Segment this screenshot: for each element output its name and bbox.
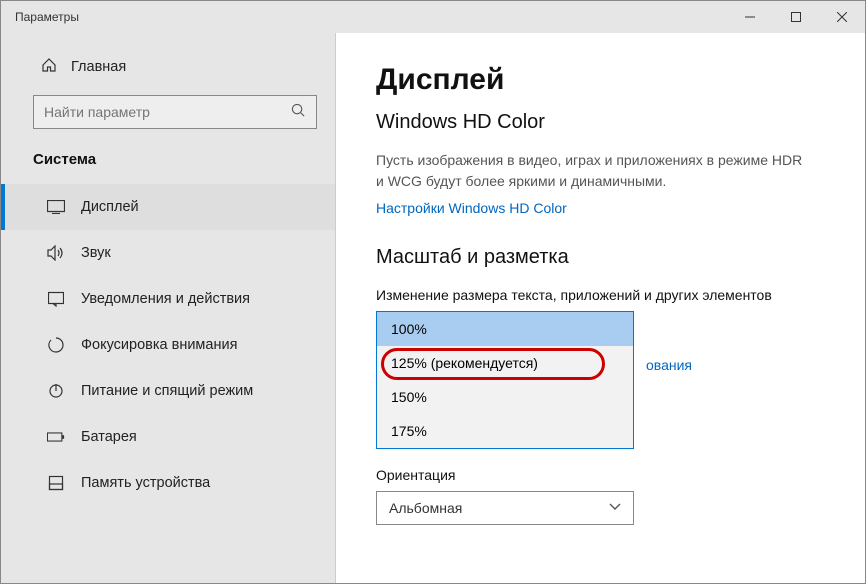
- close-button[interactable]: [819, 1, 865, 33]
- content-area: Дисплей Windows HD Color Пусть изображен…: [336, 33, 865, 583]
- window-title: Параметры: [15, 10, 79, 24]
- nav-power[interactable]: Питание и спящий режим: [1, 368, 335, 414]
- nav-focus[interactable]: Фокусировка внимания: [1, 322, 335, 368]
- scale-dropdown[interactable]: 100% 125% (рекомендуется) 150% 175%: [376, 311, 634, 449]
- orientation-label: Ориентация: [376, 467, 843, 483]
- minimize-button[interactable]: [727, 1, 773, 33]
- sidebar: Главная Система Дисплей: [1, 33, 336, 583]
- nav-list: Дисплей Звук Уведомления и действия: [1, 184, 335, 583]
- window-controls: [727, 1, 865, 33]
- page-title: Дисплей: [376, 63, 843, 97]
- maximize-button[interactable]: [773, 1, 819, 33]
- search-icon: [291, 103, 306, 121]
- scale-option-125[interactable]: 125% (рекомендуется): [377, 346, 633, 380]
- chevron-down-icon: [609, 502, 621, 514]
- home-link[interactable]: Главная: [1, 51, 335, 91]
- focus-icon: [47, 337, 65, 353]
- hdcolor-heading: Windows HD Color: [376, 111, 843, 134]
- scale-option-100[interactable]: 100%: [377, 312, 633, 346]
- battery-icon: [47, 431, 65, 443]
- power-icon: [47, 383, 65, 399]
- nav-battery[interactable]: Батарея: [1, 414, 335, 460]
- scale-option-175[interactable]: 175%: [377, 414, 633, 448]
- scale-dropdown-wrap: 100% 125% (рекомендуется) 150% 175% ован…: [376, 311, 843, 449]
- nav-label: Звук: [81, 245, 111, 261]
- home-label: Главная: [71, 59, 126, 75]
- category-heading: Система: [1, 147, 335, 184]
- hdcolor-link[interactable]: Настройки Windows HD Color: [376, 200, 567, 216]
- nav-label: Питание и спящий режим: [81, 383, 253, 399]
- nav-label: Дисплей: [81, 199, 139, 215]
- orientation-value: Альбомная: [389, 500, 462, 516]
- nav-label: Уведомления и действия: [81, 291, 250, 307]
- search-input[interactable]: [44, 104, 291, 120]
- home-icon: [41, 57, 57, 77]
- window-body: Главная Система Дисплей: [1, 33, 865, 583]
- orientation-select[interactable]: Альбомная: [376, 491, 634, 525]
- scale-label: Изменение размера текста, приложений и д…: [376, 287, 843, 303]
- nav-label: Память устройства: [81, 475, 210, 491]
- advanced-scaling-link-fragment[interactable]: ования: [646, 357, 692, 373]
- notifications-icon: [47, 291, 65, 307]
- nav-sound[interactable]: Звук: [1, 230, 335, 276]
- nav-label: Фокусировка внимания: [81, 337, 237, 353]
- titlebar: Параметры: [1, 1, 865, 33]
- scale-option-150[interactable]: 150%: [377, 380, 633, 414]
- storage-icon: [47, 475, 65, 491]
- nav-notifications[interactable]: Уведомления и действия: [1, 276, 335, 322]
- search-box[interactable]: [33, 95, 317, 129]
- settings-window: Параметры Главная: [0, 0, 866, 584]
- display-icon: [47, 200, 65, 214]
- hdcolor-desc: Пусть изображения в видео, играх и прило…: [376, 150, 806, 192]
- nav-display[interactable]: Дисплей: [1, 184, 335, 230]
- nav-storage[interactable]: Память устройства: [1, 460, 335, 506]
- sound-icon: [47, 245, 65, 261]
- nav-label: Батарея: [81, 429, 137, 445]
- scale-heading: Масштаб и разметка: [376, 246, 843, 269]
